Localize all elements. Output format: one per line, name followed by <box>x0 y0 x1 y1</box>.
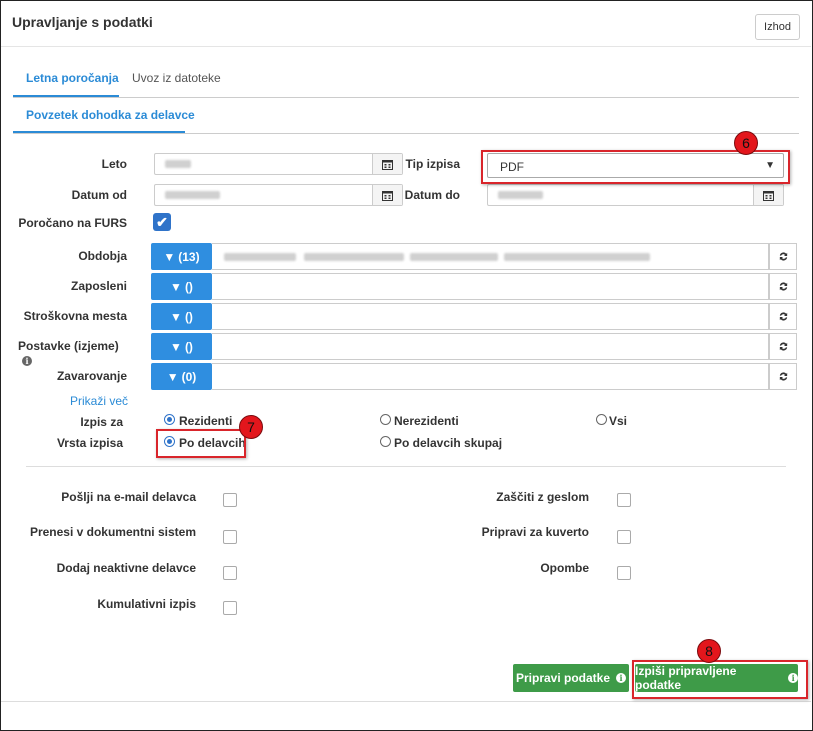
radio-by-employee-total-label: Po delavcih skupaj <box>394 436 503 450</box>
print-kind-label: Vrsta izpisa <box>56 436 123 450</box>
refresh-icon[interactable] <box>769 243 797 270</box>
radio-residents[interactable] <box>164 414 175 425</box>
filter-field-employees[interactable] <box>212 273 769 300</box>
prepare-data-label: Pripravi podatke <box>515 671 611 685</box>
furs-checkbox[interactable]: ✔ <box>153 213 171 231</box>
date-to-input[interactable] <box>487 184 784 206</box>
subtab-income-summary[interactable]: Povzetek dohodka za delavce <box>26 108 195 122</box>
highlight-box-print-type <box>481 150 790 184</box>
print-type-label: Tip izpisa <box>405 157 460 171</box>
filter-icon: ▼ <box>163 249 176 264</box>
option-label-dms: Prenesi v dokumentni sistem <box>29 525 196 539</box>
filter-field-insurance[interactable] <box>212 363 769 390</box>
refresh-icon[interactable] <box>769 273 797 300</box>
filter-button-items[interactable]: ▼() <box>151 333 212 360</box>
checkbox-email[interactable] <box>223 493 237 507</box>
redacted-value <box>165 160 191 168</box>
filter-button-cost-centers[interactable]: ▼() <box>151 303 212 330</box>
radio-all-label: Vsi <box>609 414 628 428</box>
tabs-divider <box>13 97 799 98</box>
radio-nonresidents[interactable] <box>380 414 391 425</box>
checkbox-dms[interactable] <box>223 530 237 544</box>
step-badge-7: 7 <box>239 415 263 439</box>
option-label-envelope: Pripravi za kuverto <box>481 525 589 539</box>
filter-icon: ▼ <box>170 309 182 324</box>
radio-residents-label: Rezidenti <box>179 414 233 428</box>
filter-icon: ▼ <box>166 369 179 384</box>
page-title: Upravljanje s podatki <box>12 14 153 30</box>
option-label-password: Zaščiti z geslom <box>496 490 589 504</box>
filter-button-employees[interactable]: ▼() <box>151 273 212 300</box>
highlight-box-by-employee <box>156 429 246 458</box>
step-badge-6: 6 <box>734 131 758 155</box>
redacted-value <box>165 191 220 199</box>
filter-count: (0) <box>181 369 197 384</box>
checkbox-password[interactable] <box>617 493 631 507</box>
option-label-notes: Opombe <box>540 561 589 575</box>
show-more-link[interactable]: Prikaži več <box>70 394 128 408</box>
radio-nonresidents-label: Nerezidenti <box>394 414 459 428</box>
checkbox-cumulative[interactable] <box>223 601 237 615</box>
step-badge-8: 8 <box>697 639 721 663</box>
furs-label: Poročano na FURS <box>18 216 127 230</box>
calendar-icon[interactable] <box>753 185 783 205</box>
footer-divider <box>1 701 811 702</box>
refresh-icon[interactable] <box>769 363 797 390</box>
calendar-icon[interactable] <box>372 154 402 174</box>
redacted-value <box>224 253 296 261</box>
checkbox-envelope[interactable] <box>617 530 631 544</box>
filter-count: () <box>184 279 193 294</box>
date-from-label: Datum od <box>71 188 127 202</box>
year-input[interactable] <box>154 153 403 175</box>
redacted-value <box>304 253 404 261</box>
tab-import-file[interactable]: Uvoz iz datoteke <box>132 71 221 85</box>
prepare-data-button[interactable]: Pripravi podatke i <box>513 664 629 692</box>
checkbox-inactive[interactable] <box>223 566 237 580</box>
highlight-box-print-button <box>632 660 808 699</box>
section-divider <box>26 466 786 467</box>
tab-annual-reports[interactable]: Letna poročanja <box>26 71 119 85</box>
header-divider <box>1 46 811 47</box>
refresh-icon[interactable] <box>769 333 797 360</box>
info-icon: i <box>616 673 627 683</box>
option-label-inactive: Dodaj neaktivne delavce <box>56 561 196 575</box>
filter-label-items: Postavke (izjeme) i <box>10 339 135 367</box>
filter-count: (13) <box>178 249 200 264</box>
filter-label-employees: Zaposleni <box>70 279 127 293</box>
filter-icon: ▼ <box>170 279 182 294</box>
checkbox-notes[interactable] <box>617 566 631 580</box>
filter-field-cost-centers[interactable] <box>212 303 769 330</box>
radio-by-employee-total[interactable] <box>380 436 391 447</box>
filter-label-periods: Obdobja <box>78 249 127 263</box>
filter-label-cost-centers: Stroškovna mesta <box>23 309 127 323</box>
filter-icon: ▼ <box>170 339 182 354</box>
subtabs-divider <box>13 133 799 134</box>
filter-button-insurance[interactable]: ▼ (0) <box>151 363 212 390</box>
redacted-value <box>498 191 543 199</box>
date-to-label: Datum do <box>404 188 460 202</box>
option-label-email: Pošlji na e-mail delavca <box>61 490 196 504</box>
filter-field-periods[interactable] <box>212 243 769 270</box>
print-for-label: Izpis za <box>80 415 123 429</box>
filter-count: () <box>184 339 193 354</box>
redacted-value <box>504 253 650 261</box>
radio-all[interactable] <box>596 414 607 425</box>
filter-button-periods[interactable]: ▼ (13) <box>151 243 212 270</box>
filter-label-items-text: Postavke (izjeme) <box>18 339 119 353</box>
date-from-input[interactable] <box>154 184 403 206</box>
calendar-icon[interactable] <box>372 185 402 205</box>
redacted-value <box>410 253 498 261</box>
filter-count: () <box>184 309 193 324</box>
refresh-icon[interactable] <box>769 303 797 330</box>
exit-button[interactable]: Izhod <box>755 14 800 40</box>
option-label-cumulative: Kumulativni izpis <box>97 597 196 611</box>
filter-field-items[interactable] <box>212 333 769 360</box>
filter-label-insurance: Zavarovanje <box>56 369 127 383</box>
year-label: Leto <box>101 157 127 171</box>
info-icon[interactable]: i <box>22 356 32 366</box>
